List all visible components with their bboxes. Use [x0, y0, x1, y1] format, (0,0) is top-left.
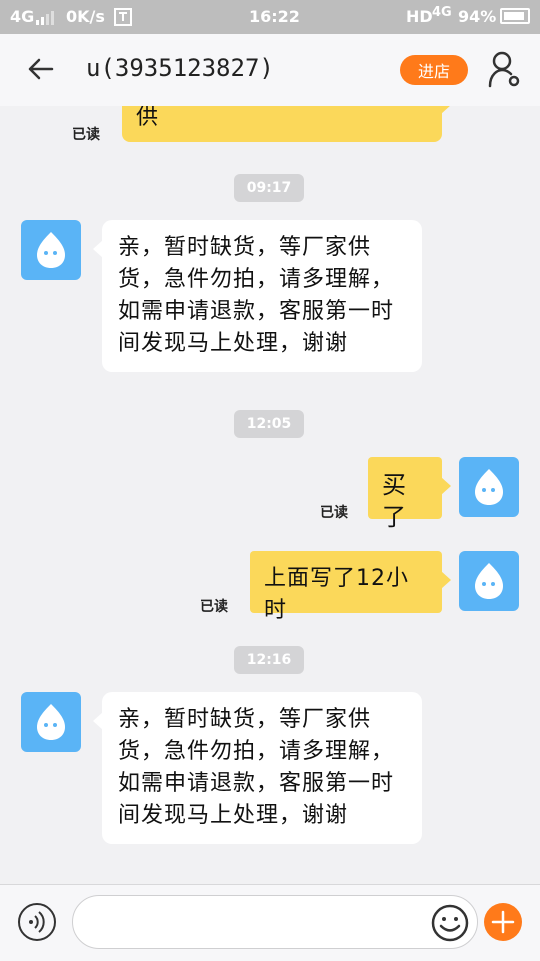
user-settings-icon[interactable]: [488, 50, 522, 88]
message-input[interactable]: [72, 895, 478, 949]
input-bar: [0, 884, 540, 961]
network-speed: 0K/s: [66, 7, 105, 26]
hd-indicator: HD: [406, 7, 433, 26]
sent-message-bubble: 供: [122, 106, 451, 142]
droplet-mascot-icon[interactable]: [21, 220, 81, 280]
message-text: 亲，暂时缺货，等厂家供货，急件勿拍，请多理解，如需申请退款，客服第一时间发现马上…: [118, 235, 395, 356]
smiley-icon[interactable]: [430, 903, 470, 943]
notification-icon: [114, 8, 132, 30]
message-text: 上面写了12小时: [264, 566, 409, 623]
enter-store-button[interactable]: 进店: [400, 55, 468, 85]
read-receipt: 已读: [320, 505, 348, 521]
sent-message-bubble: 买了: [368, 457, 451, 531]
status-time: 16:22: [249, 7, 300, 26]
chat-header: u(3935123827) 进店: [0, 34, 540, 106]
signal-icon: [36, 10, 54, 29]
status-bar: 4G 0K/s 16:22 HD 4G 94%: [0, 0, 540, 34]
network-indicator: 4G: [10, 7, 35, 26]
droplet-mascot-icon[interactable]: [459, 551, 519, 611]
droplet-mascot-icon[interactable]: [459, 457, 519, 517]
message-list[interactable]: 供 已读 09:17 亲，暂时缺货，等厂家供货，急件勿拍，请多理解，如需申请退款…: [0, 106, 540, 884]
network-indicator-right: 4G: [432, 5, 452, 20]
read-receipt: 已读: [200, 599, 228, 615]
message-text: 供: [136, 106, 160, 130]
chat-title: u(3935123827): [86, 54, 274, 82]
droplet-mascot-icon[interactable]: [21, 692, 81, 752]
read-receipt: 已读: [72, 127, 100, 143]
timestamp-badge: 12:05: [234, 410, 304, 438]
message-text: 亲，暂时缺货，等厂家供货，急件勿拍，请多理解，如需申请退款，客服第一时间发现马上…: [118, 707, 395, 828]
battery-percent: 94%: [458, 7, 497, 26]
battery-icon: [500, 8, 530, 24]
plus-icon[interactable]: [484, 903, 522, 941]
back-arrow-icon[interactable]: [24, 52, 58, 86]
voice-wave-icon[interactable]: [18, 903, 56, 941]
timestamp-badge: 12:16: [234, 646, 304, 674]
sent-message-bubble: 上面写了12小时: [250, 551, 451, 623]
received-message-bubble: 亲，暂时缺货，等厂家供货，急件勿拍，请多理解，如需申请退款，客服第一时间发现马上…: [93, 692, 422, 844]
timestamp-badge: 09:17: [234, 174, 304, 202]
received-message-bubble: 亲，暂时缺货，等厂家供货，急件勿拍，请多理解，如需申请退款，客服第一时间发现马上…: [93, 220, 422, 372]
message-text: 买了: [382, 471, 407, 531]
